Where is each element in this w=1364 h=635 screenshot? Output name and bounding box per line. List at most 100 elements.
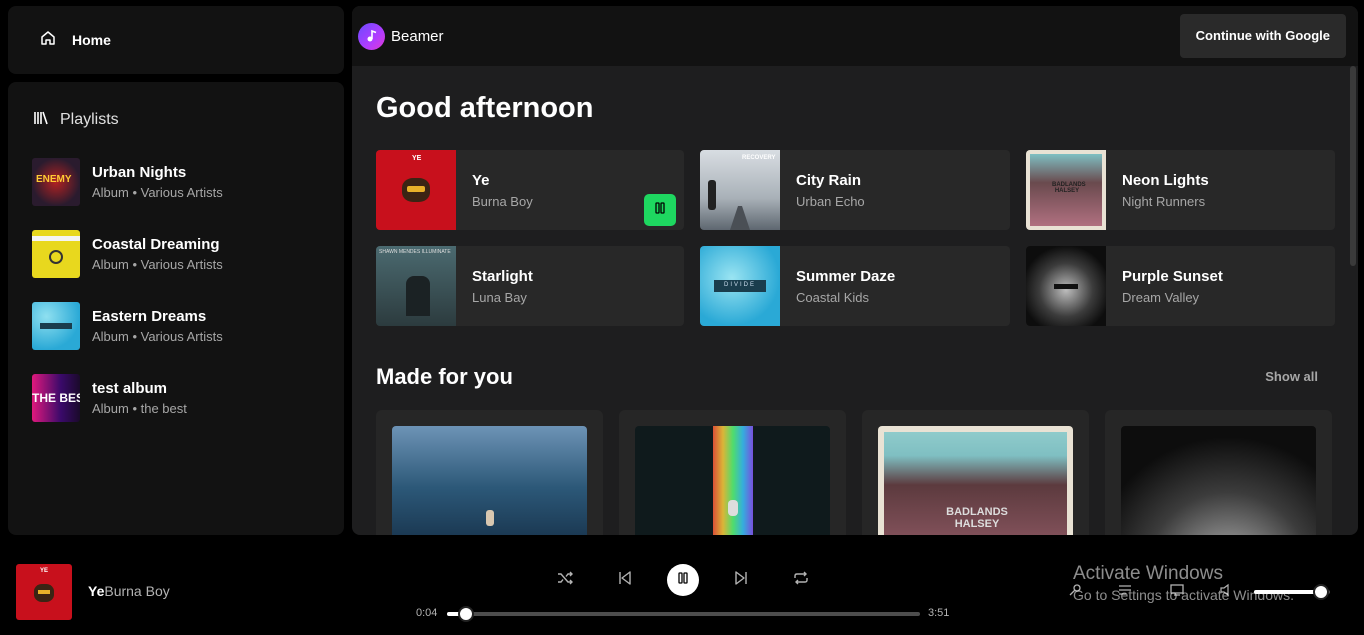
made-card-4[interactable]: [1105, 410, 1332, 535]
quick-item-starlight[interactable]: SHAWN MENDES ILLUMINATE Starlight Luna B…: [376, 246, 684, 326]
continue-with-google-button[interactable]: Continue with Google: [1179, 14, 1346, 58]
library-icon: [32, 109, 50, 132]
app-window: Home Playlists ENEMY Urban Nights Album …: [0, 0, 1364, 635]
now-playing-artist[interactable]: Burna Boy: [104, 583, 169, 599]
cover-text: ENEMY: [36, 174, 72, 185]
repeat-button[interactable]: [787, 566, 815, 594]
playlist-subtitle: Album • the best: [92, 401, 187, 416]
quick-item-ye[interactable]: YE Ye Burna Boy: [376, 150, 684, 230]
made-card-3[interactable]: BADLANDS HALSEY: [862, 410, 1089, 535]
album-cover: DIVIDE: [700, 246, 780, 326]
duration: 3:51: [928, 607, 950, 619]
pause-icon: [677, 571, 689, 589]
cover-text: BADLANDS HALSEY: [1052, 182, 1086, 194]
quick-item-subtitle: Burna Boy: [472, 193, 533, 209]
brand-name: Beamer: [391, 27, 444, 45]
quick-item-neon-lights[interactable]: BADLANDS HALSEY Neon Lights Night Runner…: [1026, 150, 1335, 230]
playlist-subtitle: Album • Various Artists: [92, 257, 223, 272]
album-cover: BADLANDS HALSEY: [1026, 150, 1106, 230]
shuffle-icon: [557, 570, 573, 591]
quick-item-subtitle: Dream Valley: [1122, 289, 1200, 305]
cover-text: BADLANDS HALSEY: [946, 506, 1008, 530]
quick-item-title: Summer Daze: [796, 267, 896, 285]
playlist-item-coastal-dreaming[interactable]: Coastal Dreaming Album • Various Artists: [32, 218, 344, 290]
playlist-cover: THE BEST: [32, 374, 80, 422]
quick-item-title: Purple Sunset: [1122, 267, 1223, 285]
playback-controls: [551, 564, 815, 596]
progress-handle[interactable]: [457, 606, 474, 622]
playlist-item-eastern-dreams[interactable]: Eastern Dreams Album • Various Artists: [32, 290, 344, 362]
scrollbar[interactable]: [1350, 66, 1356, 266]
playlist-title: Coastal Dreaming: [92, 236, 220, 253]
play-pause-button[interactable]: [667, 564, 699, 596]
quick-item-subtitle: Luna Bay: [472, 289, 527, 305]
cover-text: DIVIDE: [723, 282, 756, 288]
playlist-cover: [32, 302, 80, 350]
album-cover: RECOVERY: [700, 150, 780, 230]
home-nav[interactable]: Home: [8, 6, 344, 74]
album-cover: BADLANDS HALSEY: [878, 426, 1073, 535]
made-card-2[interactable]: [619, 410, 846, 535]
quick-item-title: Ye: [472, 171, 490, 189]
cover-text: YE: [412, 155, 422, 162]
next-icon: [733, 570, 749, 591]
album-cover: [392, 426, 587, 535]
now-playing-info: Ye Burna Boy: [88, 583, 170, 599]
quick-item-title: City Rain: [796, 171, 862, 189]
current-time: 0:04: [416, 607, 438, 619]
quick-item-subtitle: Coastal Kids: [796, 289, 869, 305]
playlist-title: Eastern Dreams: [92, 308, 207, 325]
home-label: Home: [72, 32, 111, 48]
quick-item-title: Starlight: [472, 267, 533, 285]
playlist-list: ENEMY Urban Nights Album • Various Artis…: [8, 138, 344, 434]
music-note-icon: [358, 22, 385, 50]
album-cover: SHAWN MENDES ILLUMINATE: [376, 246, 456, 326]
playlist-cover: [32, 230, 80, 278]
now-playing-cover[interactable]: YE: [16, 564, 72, 620]
quick-item-summer-daze[interactable]: DIVIDE Summer Daze Coastal Kids: [700, 246, 1010, 326]
top-bar: Beamer Continue with Google: [352, 6, 1358, 66]
pause-button[interactable]: [644, 194, 676, 226]
album-cover: [1121, 426, 1316, 535]
made-card-1[interactable]: [376, 410, 603, 535]
shuffle-button[interactable]: [551, 566, 579, 594]
progress-bar[interactable]: [447, 606, 920, 622]
home-icon: [40, 30, 56, 51]
album-cover: YE: [376, 150, 456, 230]
next-button[interactable]: [727, 566, 755, 594]
cover-text: RECOVERY: [742, 155, 776, 161]
watermark-line2: Go to Settings to activate Windows.: [1073, 587, 1294, 603]
album-cover: [1026, 246, 1106, 326]
quick-item-city-rain[interactable]: RECOVERY City Rain Urban Echo: [700, 150, 1010, 230]
quick-item-title: Neon Lights: [1122, 171, 1209, 189]
pause-icon: [654, 201, 666, 219]
activate-windows-watermark: Activate Windows Go to Settings to activ…: [1073, 563, 1294, 603]
show-all-link[interactable]: Show all: [1265, 369, 1318, 384]
library-header[interactable]: Playlists: [8, 82, 344, 138]
quick-item-subtitle: Urban Echo: [796, 193, 865, 209]
playlist-subtitle: Album • Various Artists: [92, 329, 223, 344]
quick-item-purple-sunset[interactable]: Purple Sunset Dream Valley: [1026, 246, 1335, 326]
cover-text: SHAWN MENDES ILLUMINATE: [379, 249, 451, 255]
playlist-item-test-album[interactable]: THE BEST test album Album • the best: [32, 362, 344, 434]
watermark-line1: Activate Windows: [1073, 563, 1223, 584]
made-for-you-title: Made for you: [376, 364, 513, 389]
library-label: Playlists: [60, 111, 119, 128]
main-content: Beamer Continue with Google Good afterno…: [352, 6, 1358, 535]
playlist-cover: ENEMY: [32, 158, 80, 206]
library-panel: Playlists ENEMY Urban Nights Album • Var…: [8, 82, 344, 535]
player-bar: YE Ye Burna Boy 0:04 3:51 Activate Windo…: [0, 543, 1364, 635]
cover-text: YE: [40, 568, 49, 574]
playlist-item-urban-nights[interactable]: ENEMY Urban Nights Album • Various Artis…: [32, 146, 344, 218]
brand[interactable]: Beamer: [358, 22, 444, 50]
made-for-you-row: BADLANDS HALSEY: [376, 410, 1332, 535]
now-playing-title[interactable]: Ye: [88, 583, 104, 599]
repeat-icon: [793, 570, 809, 591]
playlist-title: test album: [92, 380, 168, 397]
quick-item-subtitle: Night Runners: [1122, 193, 1206, 209]
previous-icon: [617, 570, 633, 591]
previous-button[interactable]: [611, 566, 639, 594]
album-cover: [635, 426, 830, 535]
playlist-title: Urban Nights: [92, 164, 187, 181]
volume-handle[interactable]: [1312, 584, 1329, 600]
